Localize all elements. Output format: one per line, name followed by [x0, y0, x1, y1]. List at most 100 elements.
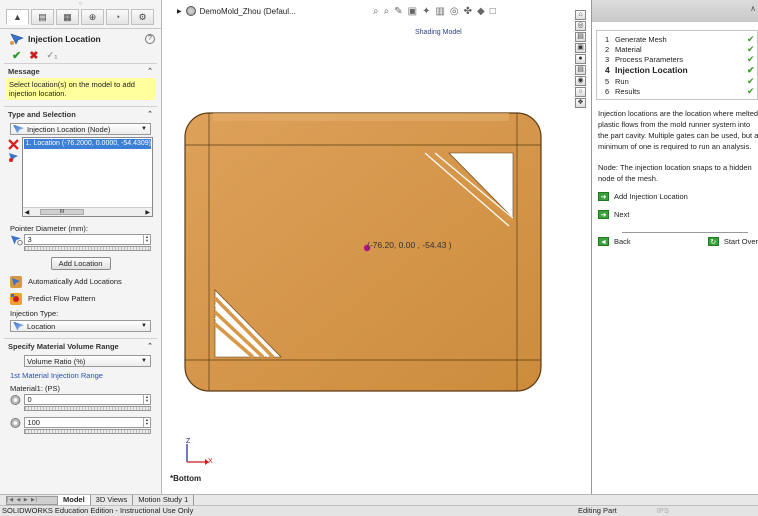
file-explorer-icon[interactable]: ▣	[575, 43, 586, 53]
step-run[interactable]: 5 Run ✔	[605, 76, 757, 86]
graphics-area[interactable]: ▶ DemoMold_Zhou (Defaul... ⌕ ⌕ ✎ ▣ ✦ ▥ ◎…	[163, 0, 586, 494]
step-label: Run	[615, 76, 629, 86]
spin-buttons[interactable]: ▲ ▼	[143, 235, 150, 244]
scroll-thumb[interactable]: III	[39, 209, 84, 215]
editing-status: Editing Part	[578, 506, 617, 515]
next-link[interactable]: ➜ Next	[592, 202, 758, 220]
pick-location-icon[interactable]	[8, 152, 19, 163]
step-results[interactable]: 6 Results ✔	[605, 86, 757, 96]
view-orientation-label: *Bottom	[170, 474, 202, 483]
tab-property-icon[interactable]: ▦	[56, 9, 79, 25]
location-listbox[interactable]: 1. Location (-76.2000, 0.0000, -54.4309)…	[21, 137, 153, 217]
step-material[interactable]: 2 Material ✔	[605, 44, 757, 54]
task-pane-tabs: ⌂ ◎ ▤ ▣ ● ▤ ◉ ○ ❖	[575, 10, 588, 150]
resources-icon[interactable]: ◎	[575, 21, 586, 31]
tab-appearance-icon[interactable]: ◔	[106, 9, 129, 25]
tab-scroll-buttons[interactable]: |◀ ◀ ▶ ▶|	[6, 495, 58, 505]
tab-model[interactable]: Model	[58, 495, 91, 505]
tab-addin-icon[interactable]: ⚙	[131, 9, 154, 25]
tab-plastics-icon[interactable]: ▲	[6, 9, 29, 25]
collapse-chevron-icon[interactable]: ⌃	[147, 67, 153, 75]
dropdown-value: Location	[27, 321, 56, 331]
max-range-slider[interactable]	[24, 429, 151, 434]
location-coordinate-label: (-76.20, 0.00 , -54.43 )	[367, 240, 452, 250]
forum-icon[interactable]: ○	[575, 87, 586, 97]
back-label: Back	[614, 237, 631, 246]
add-injection-location-link[interactable]: ➜ Add Injection Location	[592, 184, 758, 202]
start-over-link[interactable]: ↻ Start Over	[707, 237, 758, 246]
max-range-icon	[10, 418, 21, 428]
spin-buttons[interactable]: ▲ ▼	[143, 395, 150, 404]
task-pane-header: ∧	[592, 0, 758, 22]
property-manager: ○ ▲ ▤ ▦ ⊕ ◔ ⚙ Injection Location ? ✔ ✖ ✓…	[0, 0, 162, 494]
step-label: Injection Location	[615, 65, 688, 75]
collapse-chevron-icon[interactable]: ⌃	[147, 110, 153, 118]
max-range-value: 100	[27, 418, 40, 427]
pin-task-pane-icon[interactable]: ∧	[750, 4, 756, 13]
spin-buttons[interactable]: ▲ ▼	[143, 418, 150, 427]
status-bar: SOLIDWORKS Education Edition - Instructi…	[0, 505, 758, 516]
pointer-diameter-input[interactable]: 3 ▲ ▼	[24, 234, 151, 245]
predict-flow-toggle[interactable]: Predict Flow Pattern	[4, 290, 157, 307]
check-icon: ✔	[747, 85, 755, 96]
volume-ratio-dropdown[interactable]: Volume Ratio (%) ▼	[24, 355, 151, 367]
pointer-diameter-slider[interactable]	[24, 246, 151, 251]
location-list-item[interactable]: 1. Location (-76.2000, 0.0000, -54.4309)	[23, 139, 151, 149]
axis-x-label: X	[208, 458, 213, 465]
tab-feature-tree-icon[interactable]: ▤	[31, 9, 54, 25]
message-box: Select location(s) on the model to add i…	[6, 78, 155, 100]
tab-config-icon[interactable]: ⊕	[81, 9, 104, 25]
injection-type-label: Injection Type:	[10, 309, 59, 318]
view-palette-icon[interactable]: ◉	[575, 76, 586, 86]
chevron-down-icon: ▼	[141, 126, 147, 132]
custom-properties-icon[interactable]: ▤	[575, 65, 586, 75]
injection-type-dropdown[interactable]: Injection Location (Node) ▼	[10, 123, 151, 135]
injection-range-label: 1st Material Injection Range	[10, 371, 103, 380]
tab-motion-study[interactable]: Motion Study 1	[133, 495, 195, 505]
step-label: Generate Mesh	[615, 34, 667, 44]
type-selection-group: Type and Selection ⌃ Injection Location (…	[4, 106, 157, 332]
max-range-input[interactable]: 100 ▲ ▼	[24, 417, 151, 428]
units-selector[interactable]: IPS	[657, 506, 669, 516]
pointer-diameter-value: 3	[27, 235, 32, 244]
location-icon	[13, 321, 24, 331]
collapse-chevron-icon[interactable]: ⌃	[147, 342, 153, 350]
check-icon: ✔	[747, 53, 755, 64]
restart-icon: ↻	[707, 237, 719, 246]
predict-flow-icon	[10, 292, 22, 305]
volume-range-header: Specify Material Volume Range	[8, 341, 119, 351]
horizontal-scrollbar[interactable]: ◀ III ▶	[22, 207, 152, 216]
ok-button[interactable]: ✔	[12, 49, 21, 62]
message-group: Message ⌃ Select location(s) on the model…	[4, 63, 157, 100]
panel-grip[interactable]: ○	[0, 0, 161, 8]
step-generate-mesh[interactable]: 1 Generate Mesh ✔	[605, 34, 757, 44]
plastics-icon[interactable]: ❖	[575, 98, 586, 108]
min-range-slider[interactable]	[24, 406, 151, 411]
scroll-right-icon[interactable]: ▶	[145, 209, 150, 216]
injection-node-icon	[13, 124, 24, 134]
delete-location-icon[interactable]	[8, 139, 19, 150]
pointer-diameter-label: Pointer Diameter (mm):	[10, 224, 88, 233]
step-process-parameters[interactable]: 3 Process Parameters ✔	[605, 54, 757, 64]
predict-flow-label: Predict Flow Pattern	[28, 294, 96, 303]
pm-actions: ✔ ✖ ✓₁	[0, 47, 161, 63]
auto-add-locations-toggle[interactable]: Automatically Add Locations	[4, 273, 157, 290]
add-location-button[interactable]: Add Location	[50, 257, 111, 270]
chevron-down-icon: ▼	[141, 323, 147, 329]
design-library-icon[interactable]: ▤	[575, 32, 586, 42]
cancel-button[interactable]: ✖	[29, 49, 38, 62]
min-range-input[interactable]: 0 ▲ ▼	[24, 394, 151, 405]
home-icon[interactable]: ⌂	[575, 10, 586, 20]
appearances-icon[interactable]: ●	[575, 54, 586, 64]
injection-kind-dropdown[interactable]: Location ▼	[10, 320, 151, 332]
back-link[interactable]: ◄ Back	[598, 237, 631, 246]
step-number: 3	[605, 54, 610, 64]
step-number: 4	[605, 65, 610, 75]
scroll-left-icon[interactable]: ◀	[25, 209, 30, 216]
model-tabs-bar: |◀ ◀ ▶ ▶| Model 3D Views Motion Study 1	[0, 494, 758, 505]
pin-icon[interactable]: ✓₁	[46, 50, 57, 61]
tab-3d-views[interactable]: 3D Views	[91, 495, 134, 505]
step-injection-location[interactable]: 4 Injection Location ✔	[605, 64, 757, 76]
step-number: 5	[605, 76, 610, 86]
help-icon[interactable]: ?	[145, 34, 155, 44]
